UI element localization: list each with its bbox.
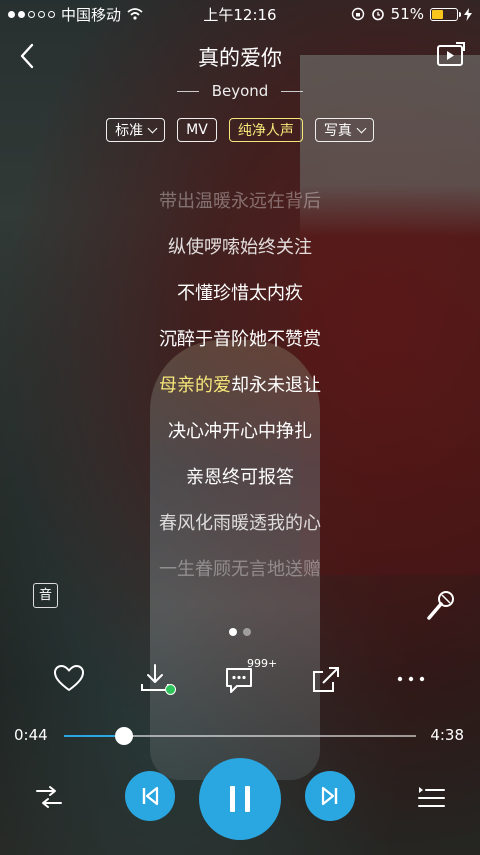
playlist-icon[interactable] [416,782,446,812]
more-icon[interactable] [394,662,428,696]
mode-chips: 标准 MV 纯净人声 写真 [0,118,480,142]
next-icon [321,786,338,806]
rotation-lock-icon [351,7,364,21]
progress-bar: 0:44 4:38 [0,722,480,750]
charging-icon [464,7,472,21]
lyric-line: 不懂珍惜太内疚 [177,283,303,304]
battery-icon [430,7,461,21]
status-bar: 中国移动 上午12:16 51% [0,0,480,28]
chevron-down-icon [356,123,367,133]
lyrics-panel[interactable]: 带出温暖永远在背后 纵使啰嗦始终关注 不懂珍惜太内疚 沉醉于音阶她不赞赏 母亲的… [0,187,480,601]
lyric-line: 带出温暖永远在背后 [159,191,321,212]
lyric-line: 春风化雨暖透我的心 [159,513,321,534]
page-dot [229,628,237,636]
microphone-icon[interactable] [424,588,458,622]
lyric-line: 沉醉于音阶她不赞赏 [159,329,321,350]
chip-quality[interactable]: 标准 [106,118,166,142]
downloaded-indicator [165,684,176,695]
pause-icon [230,786,250,812]
sound-effect-button[interactable]: 音 [33,583,58,608]
artist-row: Beyond [0,82,480,100]
alarm-icon [371,8,384,21]
page-indicator [0,628,480,636]
action-row [0,662,480,698]
comment-count-badge: 999+ [247,657,278,670]
song-title: 真的爱你 [198,46,282,70]
chip-quality-label: 标准 [115,123,144,139]
artist-divider-left [176,91,199,92]
player-header: 真的爱你 [0,36,480,76]
lyric-line: 一生眷顾无言地送赠 [159,559,321,580]
artist-divider-right [281,91,304,92]
playback-controls [0,758,480,840]
chip-mv-label: MV [186,122,208,138]
lyric-current-sung: 母亲的爱 [159,375,231,396]
pause-button[interactable] [199,758,281,840]
total-time: 4:38 [430,726,464,744]
chip-pure-vocal-label: 纯净人声 [237,123,294,139]
progress-handle[interactable] [114,727,133,745]
chevron-down-icon [147,123,158,133]
lyric-line: 亲恩终可报答 [186,467,294,488]
previous-icon [142,786,159,806]
progress-track[interactable] [64,727,416,745]
shuffle-icon[interactable] [34,782,64,812]
lyric-line: 决心冲开心中挣扎 [168,421,312,442]
chip-photo[interactable]: 写真 [314,118,374,142]
chip-pure-vocal[interactable]: 纯净人声 [228,118,303,142]
battery-percent: 51% [390,5,424,23]
chip-mv[interactable]: MV [177,118,217,142]
current-time: 0:44 [14,726,48,744]
lyric-line: 纵使啰嗦始终关注 [168,237,312,258]
chip-photo-label: 写真 [323,123,352,139]
lyric-current-rest: 却永未退让 [231,375,321,396]
share-icon[interactable] [309,662,343,696]
next-button[interactable] [305,771,355,821]
page-dot [243,628,251,636]
status-right: 51% [351,5,472,23]
heart-icon[interactable] [52,662,86,696]
previous-button[interactable] [125,771,175,821]
lyric-current-line: 母亲的爱却永未退让 [0,371,480,417]
cast-play-icon[interactable] [436,42,466,68]
artist-name[interactable]: Beyond [212,82,269,100]
